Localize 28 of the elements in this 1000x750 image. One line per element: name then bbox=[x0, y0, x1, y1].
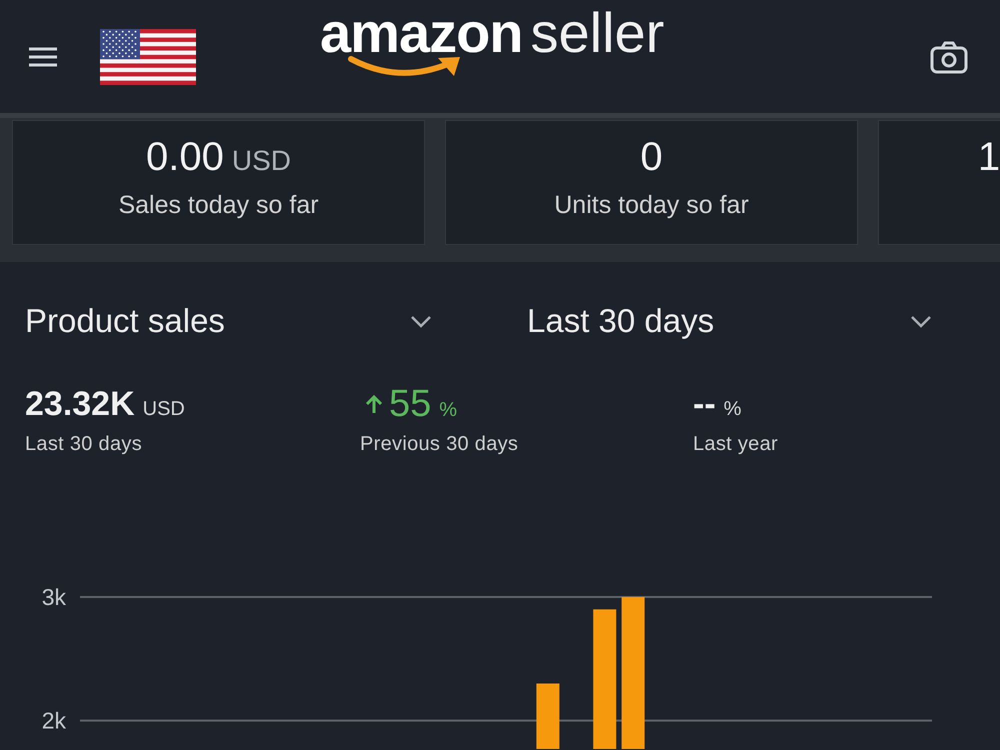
metric-unit: USD bbox=[142, 397, 185, 422]
us-flag-icon[interactable] bbox=[100, 28, 196, 84]
card-value: 0.00 bbox=[146, 135, 224, 179]
metric-label: Last year bbox=[693, 432, 779, 456]
card-unit: USD bbox=[232, 144, 291, 178]
metric-label: Previous 30 days bbox=[360, 432, 520, 456]
metric-value: 23.32K bbox=[25, 384, 135, 424]
chart-bar bbox=[536, 684, 560, 749]
chevron-down-icon bbox=[410, 314, 432, 328]
metric-unit: % bbox=[724, 397, 742, 422]
metric-value: -- bbox=[693, 384, 716, 424]
chevron-down-icon bbox=[910, 314, 932, 328]
camera-icon[interactable] bbox=[930, 40, 968, 74]
card-value: 0 bbox=[640, 135, 663, 179]
dropdown-button[interactable]: Product sales bbox=[25, 298, 435, 344]
metric-value: 55 bbox=[389, 384, 432, 424]
logo-subtitle: seller bbox=[530, 5, 664, 61]
card-value: 1 bbox=[978, 135, 1000, 179]
logo-wordmark: amazon bbox=[320, 5, 522, 61]
metric-unit: % bbox=[439, 398, 458, 423]
card-label: Sales today so far bbox=[118, 191, 319, 219]
dropdown-button[interactable]: Last 30 days bbox=[527, 298, 935, 344]
y-axis-label: 3k bbox=[42, 584, 66, 610]
y-axis-label: 2k bbox=[42, 708, 66, 734]
card-label: Units today so far bbox=[554, 191, 749, 219]
arrow-up-icon bbox=[365, 394, 383, 414]
menu-icon[interactable] bbox=[28, 46, 58, 68]
metric-label: Last 30 days bbox=[25, 432, 144, 456]
